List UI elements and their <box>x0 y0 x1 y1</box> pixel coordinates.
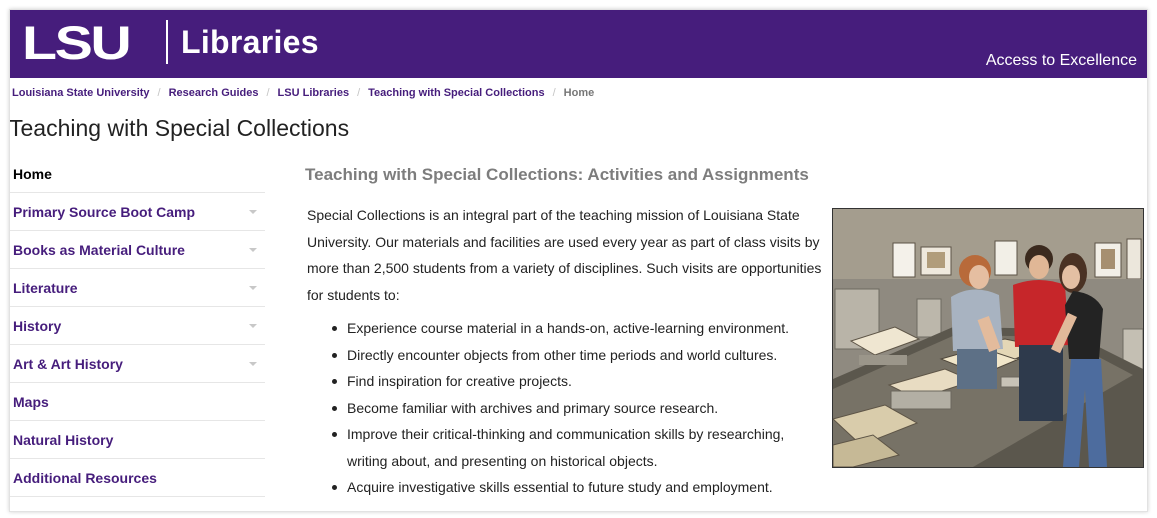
breadcrumb: Louisiana State University / Research Guid… <box>12 84 594 102</box>
nav-item-label: Primary Source Boot Camp <box>13 204 196 220</box>
page-frame: LSU Libraries Access to Excellence Louis… <box>9 9 1148 512</box>
chevron-down-icon[interactable] <box>249 210 257 214</box>
nav-item-maps[interactable]: Maps <box>10 383 265 421</box>
page-title: Teaching with Special Collections <box>9 115 350 141</box>
benefits-list: Experience course material in a hands-on… <box>331 315 811 501</box>
nav-item-natural-history[interactable]: Natural History <box>10 421 265 459</box>
nav-item-label: Home <box>13 166 52 182</box>
nav-item-primary-source-boot-camp[interactable]: Primary Source Boot Camp <box>10 193 265 231</box>
intro-paragraph: Special Collections is an integral part … <box>307 207 822 303</box>
nav-item-label: Natural History <box>13 432 114 448</box>
breadcrumb-link-lsu-libraries[interactable]: LSU Libraries <box>278 87 350 99</box>
list-item: Experience course material in a hands-on… <box>331 315 811 342</box>
breadcrumb-link-guide[interactable]: Teaching with Special Collections <box>368 87 544 99</box>
chevron-down-icon[interactable] <box>249 362 257 366</box>
nav-item-literature[interactable]: Literature <box>10 269 265 307</box>
nav-item-history[interactable]: History <box>10 307 265 345</box>
list-item: Find inspiration for creative projects. <box>331 368 811 395</box>
breadcrumb-separator: / <box>552 87 556 99</box>
students-examining-books-photo <box>832 208 1144 468</box>
nav-item-books-as-material-culture[interactable]: Books as Material Culture <box>10 231 265 269</box>
breadcrumb-separator: / <box>157 87 161 99</box>
breadcrumb-current: Home <box>563 87 595 99</box>
nav-item-label: Books as Material Culture <box>13 242 185 258</box>
chevron-down-icon[interactable] <box>249 324 257 328</box>
nav-item-art-history[interactable]: Art & Art History <box>10 345 265 383</box>
breadcrumb-separator: / <box>357 87 361 99</box>
nav-item-label: Art & Art History <box>13 356 123 372</box>
content-heading: Teaching with Special Collections: Activ… <box>305 165 809 184</box>
list-item: Directly encounter objects from other ti… <box>331 342 811 369</box>
libraries-logo-text[interactable]: Libraries <box>181 23 319 61</box>
lsu-logo[interactable]: LSU <box>22 19 132 66</box>
breadcrumb-link-research-guides[interactable]: Research Guides <box>169 87 259 99</box>
chevron-down-icon[interactable] <box>249 248 257 252</box>
site-header: LSU Libraries Access to Excellence <box>10 10 1147 78</box>
nav-item-home[interactable]: Home <box>10 155 265 193</box>
list-item: Improve their critical-thinking and comm… <box>331 421 811 474</box>
list-item: Become familiar with archives and primar… <box>331 395 811 422</box>
breadcrumb-separator: / <box>266 87 270 99</box>
nav-item-label: Additional Resources <box>13 470 157 486</box>
guide-side-nav: Home Primary Source Boot Camp Books as M… <box>10 155 265 497</box>
logo-divider <box>166 20 168 64</box>
nav-item-label: Literature <box>13 280 78 296</box>
breadcrumb-link-lsu[interactable]: Louisiana State University <box>12 87 150 99</box>
nav-item-additional-resources[interactable]: Additional Resources <box>10 459 265 497</box>
nav-item-label: History <box>13 318 62 334</box>
nav-item-label: Maps <box>13 394 49 410</box>
chevron-down-icon[interactable] <box>249 286 257 290</box>
list-item: Acquire investigative skills essential t… <box>331 474 811 501</box>
header-tagline: Access to Excellence <box>985 52 1137 69</box>
